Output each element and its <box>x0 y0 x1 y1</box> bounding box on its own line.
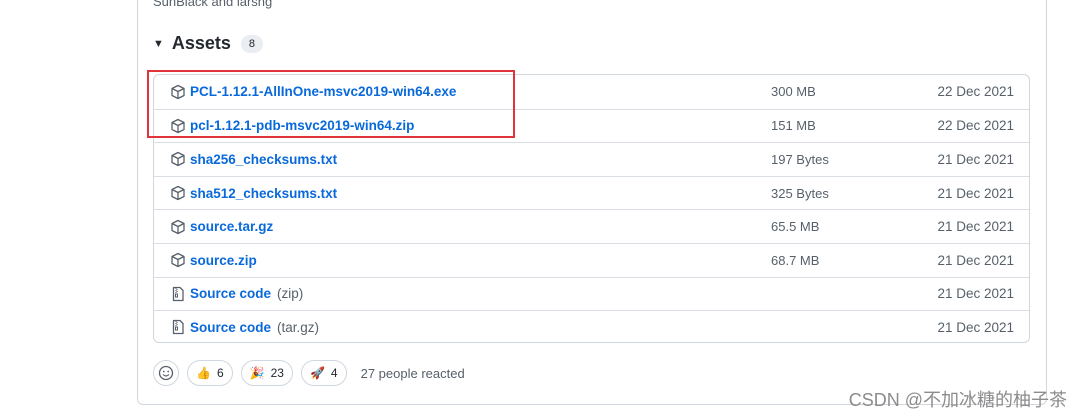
asset-size: 325 Bytes <box>771 185 829 201</box>
asset-name: sha512_checksums.txt <box>190 185 338 201</box>
source-code-zip-link[interactable]: Source code (zip) <box>190 286 303 301</box>
asset-name: Source code <box>190 286 272 302</box>
asset-link[interactable]: source.tar.gz <box>190 219 273 234</box>
asset-name: pcl-1.12.1-pdb-msvc2019-win64.zip <box>190 118 415 134</box>
package-icon <box>171 118 185 134</box>
package-icon <box>171 219 185 234</box>
asset-link[interactable]: source.zip <box>190 253 257 268</box>
asset-date: 21 Dec 2021 <box>937 185 1014 201</box>
asset-size: 151 MB <box>771 118 816 134</box>
reaction-count: 6 <box>216 366 224 380</box>
asset-date: 21 Dec 2021 <box>937 319 1014 335</box>
asset-name: PCL-1.12.1-AllInOne-msvc2019-win64.exe <box>190 84 457 100</box>
asset-name: sha256_checksums.txt <box>190 151 338 167</box>
file-zip-icon <box>172 286 184 302</box>
asset-size: 65.5 MB <box>771 219 820 235</box>
package-icon <box>171 185 185 201</box>
asset-link[interactable]: sha512_checksums.txt <box>190 186 337 201</box>
assets-list: PCL-1.12.1-AllInOne-msvc2019-win64.exe 3… <box>153 74 1030 343</box>
smiley-icon <box>158 365 174 381</box>
asset-date: 22 Dec 2021 <box>937 84 1014 100</box>
reaction-party-button[interactable]: 🎉 23 <box>240 360 293 386</box>
asset-link[interactable]: pcl-1.12.1-pdb-msvc2019-win64.zip <box>190 118 414 133</box>
asset-row: source.tar.gz 65.5 MB 21 Dec 2021 <box>154 209 1029 243</box>
asset-name: Source code <box>190 319 272 335</box>
caret-down-icon[interactable]: ▼ <box>153 38 164 50</box>
asset-date: 21 Dec 2021 <box>937 286 1014 302</box>
assets-header[interactable]: ▼ Assets 8 <box>153 33 263 54</box>
asset-name: source.zip <box>190 252 257 268</box>
party-popper-icon: 🎉 <box>249 366 265 380</box>
asset-format: (tar.gz) <box>277 319 320 335</box>
asset-date: 22 Dec 2021 <box>937 118 1014 134</box>
asset-row: Source code (tar.gz) 21 Dec 2021 <box>154 310 1029 342</box>
reactions-summary: 27 people reacted <box>360 365 465 381</box>
assets-count-badge: 8 <box>240 34 263 53</box>
asset-name: source.tar.gz <box>190 219 274 235</box>
watermark-text: CSDN @不加冰糖的柚子茶 <box>848 390 1067 410</box>
asset-link[interactable]: PCL-1.12.1-AllInOne-msvc2019-win64.exe <box>190 84 456 99</box>
package-icon <box>171 253 185 268</box>
asset-row: PCL-1.12.1-AllInOne-msvc2019-win64.exe 3… <box>154 75 1029 109</box>
rocket-icon: 🚀 <box>309 366 325 380</box>
reaction-count: 4 <box>330 366 338 380</box>
asset-format: (zip) <box>277 286 304 302</box>
asset-row: sha512_checksums.txt 325 Bytes 21 Dec 20… <box>154 175 1029 210</box>
asset-row: Source code (zip) 21 Dec 2021 <box>154 276 1029 311</box>
asset-link[interactable]: sha256_checksums.txt <box>190 152 337 167</box>
release-authors: SunBlack and larsng <box>153 0 273 9</box>
asset-row: source.zip 68.7 MB 21 Dec 2021 <box>154 242 1029 277</box>
asset-row: pcl-1.12.1-pdb-msvc2019-win64.zip 151 MB… <box>154 108 1029 143</box>
asset-size: 197 Bytes <box>771 151 829 167</box>
assets-title: Assets <box>171 33 231 53</box>
asset-date: 21 Dec 2021 <box>937 252 1014 268</box>
reaction-thumbs-up-button[interactable]: 👍 6 <box>187 360 233 386</box>
reaction-count: 23 <box>270 366 284 380</box>
reactions-bar: 👍 6 🎉 23 🚀 4 27 people reacted <box>153 360 465 386</box>
asset-date: 21 Dec 2021 <box>937 219 1014 235</box>
asset-size: 300 MB <box>771 84 816 100</box>
thumbs-up-icon: 👍 <box>196 366 211 380</box>
asset-size: 68.7 MB <box>771 252 820 268</box>
reaction-rocket-button[interactable]: 🚀 4 <box>300 360 347 386</box>
add-reaction-button[interactable] <box>153 360 179 386</box>
file-zip-icon <box>172 320 184 335</box>
source-code-targz-link[interactable]: Source code (tar.gz) <box>190 320 319 335</box>
asset-date: 21 Dec 2021 <box>937 151 1014 167</box>
asset-row: sha256_checksums.txt 197 Bytes 21 Dec 20… <box>154 142 1029 176</box>
package-icon <box>171 152 185 167</box>
package-icon <box>171 84 185 99</box>
